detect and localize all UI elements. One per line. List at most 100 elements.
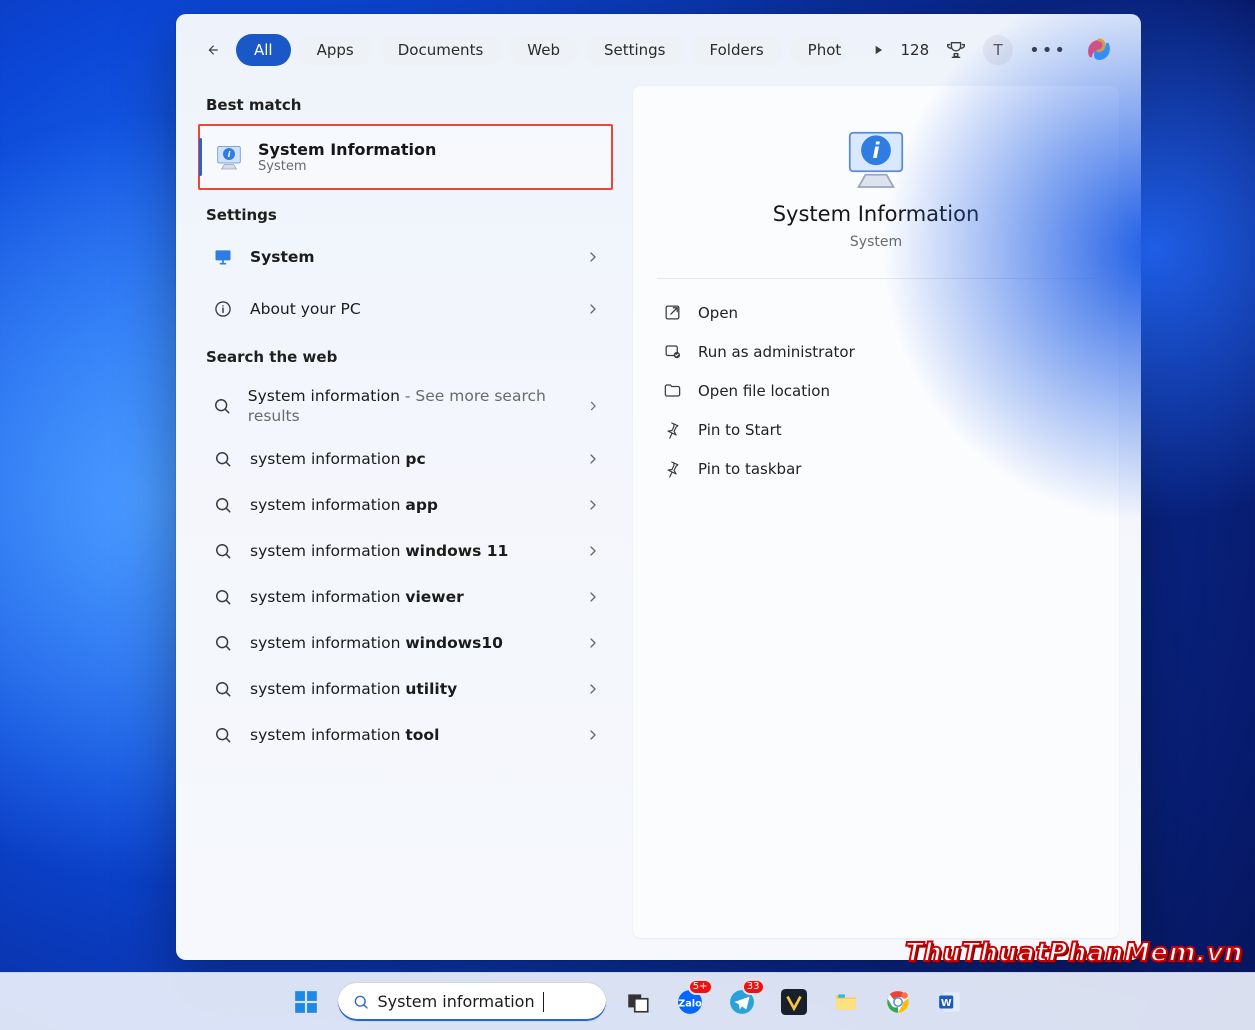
filter-pill-settings[interactable]: Settings (586, 34, 684, 66)
web-result[interactable]: system information app (198, 482, 613, 528)
taskbar-search-text: System information (378, 992, 535, 1011)
search-icon (210, 446, 236, 472)
best-match-subtitle: System (258, 159, 436, 174)
notification-badge: 5+ (688, 979, 713, 995)
web-result[interactable]: system information tool (198, 712, 613, 758)
web-result-label: system information windows10 (250, 633, 503, 653)
folder-icon (663, 381, 682, 400)
taskbar-search-box[interactable]: System information (337, 982, 607, 1022)
filter-pill-folders[interactable]: Folders (692, 34, 782, 66)
search-icon (210, 538, 236, 564)
chevron-right-icon (585, 635, 601, 651)
taskbar: System information Zalo 5+ 33 W (0, 972, 1255, 1030)
taskbar-app-v[interactable] (773, 981, 815, 1023)
v-app-icon (781, 989, 807, 1015)
taskbar-task-view[interactable] (617, 981, 659, 1023)
detail-action[interactable]: Pin to Start (657, 410, 1095, 449)
section-best-match: Best match (198, 86, 613, 118)
section-search-web: Search the web (198, 338, 613, 370)
windows-search-panel: All Apps Documents Web Settings Folders … (176, 14, 1141, 960)
detail-action-label: Open (698, 304, 738, 322)
detail-action-label: Open file location (698, 382, 830, 400)
taskbar-app-chrome[interactable] (877, 981, 919, 1023)
svg-text:i: i (872, 139, 880, 163)
detail-action[interactable]: Run as administrator (657, 332, 1095, 371)
web-result[interactable]: system information utility (198, 666, 613, 712)
chrome-icon (885, 989, 911, 1015)
svg-text:i: i (228, 149, 231, 159)
best-match-highlight-box: i System Information System (198, 124, 613, 190)
file-explorer-icon (833, 989, 859, 1015)
search-icon (352, 993, 370, 1011)
detail-action[interactable]: Pin to taskbar (657, 449, 1095, 488)
web-result-label: system information windows 11 (250, 541, 508, 561)
filter-pill-documents[interactable]: Documents (380, 34, 502, 66)
web-result-label: system information pc (250, 449, 426, 469)
settings-result-system[interactable]: System (198, 234, 613, 280)
detail-action[interactable]: Open file location (657, 371, 1095, 410)
monitor-icon (210, 244, 236, 270)
web-result[interactable]: system information windows 11 (198, 528, 613, 574)
rewards-trophy-icon[interactable] (945, 39, 967, 61)
search-icon (210, 584, 236, 610)
best-match-title: System Information (258, 140, 436, 159)
detail-action[interactable]: Open (657, 293, 1095, 332)
detail-action-label: Pin to Start (698, 421, 782, 439)
windows-logo-icon (293, 989, 319, 1015)
detail-subtitle: System (850, 234, 902, 250)
web-result-label: System information - See more search res… (248, 386, 573, 426)
search-icon (210, 722, 236, 748)
expand-filters-icon[interactable] (871, 43, 885, 57)
start-button[interactable] (285, 981, 327, 1023)
web-result[interactable]: system information viewer (198, 574, 613, 620)
detail-pane: i System Information System Open Run as a… (633, 86, 1119, 938)
chevron-right-icon (585, 451, 601, 467)
header-right-group: 128 T ••• (871, 34, 1116, 66)
system-information-app-icon: i (214, 142, 244, 172)
detail-action-label: Pin to taskbar (698, 460, 801, 478)
search-icon (210, 393, 234, 419)
settings-result-label: System (250, 248, 315, 266)
back-button[interactable] (198, 36, 226, 64)
admin-icon (663, 342, 682, 361)
chevron-right-icon (585, 543, 601, 559)
filter-pill-photos[interactable]: Phot (790, 34, 846, 66)
filter-pill-all[interactable]: All (236, 34, 291, 66)
filter-pill-web[interactable]: Web (509, 34, 578, 66)
taskbar-app-explorer[interactable] (825, 981, 867, 1023)
detail-separator (657, 278, 1095, 279)
more-options-button[interactable]: ••• (1029, 40, 1067, 61)
word-icon: W (937, 989, 963, 1015)
best-match-result[interactable]: i System Information System (200, 126, 611, 188)
settings-result-about[interactable]: About your PC (198, 286, 613, 332)
copilot-icon[interactable] (1083, 34, 1115, 66)
taskbar-app-word[interactable]: W (929, 981, 971, 1023)
rewards-points[interactable]: 128 (901, 41, 930, 59)
search-icon (210, 492, 236, 518)
task-view-icon (625, 989, 651, 1015)
web-result-label: system information utility (250, 679, 457, 699)
filter-pill-group: All Apps Documents Web Settings Folders … (236, 34, 845, 66)
open-icon (663, 303, 682, 322)
taskbar-app-telegram[interactable]: 33 (721, 981, 763, 1023)
chevron-right-icon (585, 681, 601, 697)
search-panel-header: All Apps Documents Web Settings Folders … (176, 14, 1141, 66)
chevron-right-icon (585, 589, 601, 605)
chevron-right-icon (585, 301, 601, 317)
filter-pill-apps[interactable]: Apps (299, 34, 372, 66)
chevron-right-icon (585, 249, 601, 265)
pin-icon (663, 420, 682, 439)
detail-title: System Information (773, 202, 980, 226)
web-result[interactable]: System information - See more search res… (198, 376, 613, 436)
section-settings: Settings (198, 196, 613, 228)
user-avatar[interactable]: T (983, 35, 1013, 65)
settings-result-label: About your PC (250, 299, 361, 319)
web-result[interactable]: system information windows10 (198, 620, 613, 666)
taskbar-app-zalo[interactable]: Zalo 5+ (669, 981, 711, 1023)
chevron-right-icon (586, 398, 601, 414)
web-result[interactable]: system information pc (198, 436, 613, 482)
web-result-label: system information app (250, 495, 438, 515)
search-icon (210, 676, 236, 702)
search-icon (210, 630, 236, 656)
detail-action-label: Run as administrator (698, 343, 855, 361)
